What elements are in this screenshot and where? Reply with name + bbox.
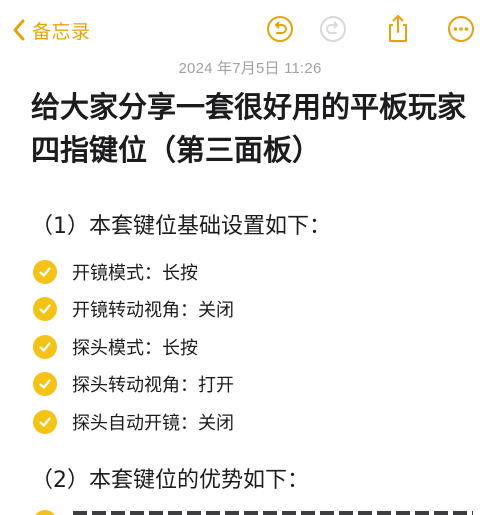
checkmark-icon[interactable] (33, 334, 57, 359)
undo-icon (266, 15, 294, 43)
chevron-left-icon (12, 18, 26, 42)
share-icon (385, 14, 411, 44)
checklist-item-label[interactable]: 探头转动视角：打开 (72, 371, 234, 397)
checkmark-icon[interactable] (33, 372, 57, 397)
checklist-item: 开镜模式：长按 (33, 253, 234, 291)
checklist-item-label[interactable]: 探头自动开镜：关闭 (72, 409, 234, 435)
note-timestamp: 2024 年7月5日 11:26 (178, 60, 322, 77)
undo-button[interactable] (265, 14, 295, 44)
checklist-item: 开镜转动视角：关闭 (33, 291, 234, 329)
checklist-item-label[interactable]: 探头模式：长按 (72, 334, 198, 360)
checklist-item-cut-off (33, 502, 473, 515)
cut-off-text (73, 511, 473, 515)
back-button[interactable]: 备忘录 (12, 14, 91, 46)
checklist-item: 探头自动开镜：关闭 (33, 403, 234, 441)
note-title[interactable]: 给大家分享一套很好用的平板玩家四指键位（第三面板） (31, 86, 481, 172)
section-heading-advantages[interactable]: （2）本套键位的优势如下： (31, 466, 309, 496)
checkmark-icon[interactable] (33, 409, 57, 434)
checklist-item: 探头模式：长按 (33, 328, 234, 366)
checklist-item: 探头转动视角：打开 (33, 366, 234, 404)
checkmark-icon[interactable] (33, 259, 57, 284)
checklist: 开镜模式：长按 开镜转动视角：关闭 探头模式：长按 探头转动视角：打开 探头自动… (33, 253, 234, 441)
section-heading-basic-settings[interactable]: （1）本套键位基础设置如下： (31, 212, 331, 242)
checklist-item-label[interactable]: 开镜转动视角：关闭 (72, 296, 234, 322)
share-button[interactable] (383, 14, 413, 44)
more-button[interactable] (446, 14, 476, 44)
checkmark-icon[interactable] (33, 510, 57, 515)
checkmark-icon[interactable] (33, 297, 57, 322)
back-label: 备忘录 (32, 20, 91, 43)
checklist-item-label[interactable]: 开镜模式：长按 (72, 259, 198, 285)
note-toolbar: 备忘录 (0, 0, 500, 58)
redo-button[interactable] (318, 14, 348, 44)
more-icon (447, 15, 475, 43)
redo-icon (319, 15, 347, 43)
